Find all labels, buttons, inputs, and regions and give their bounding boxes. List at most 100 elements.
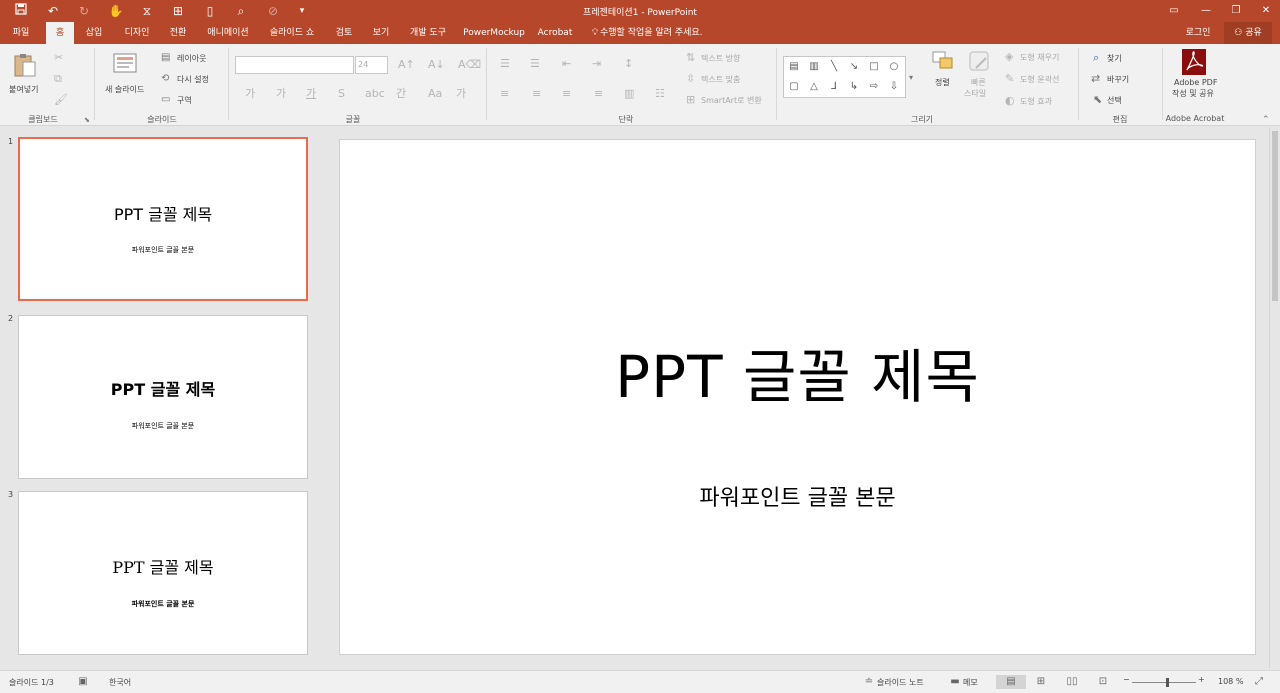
line-shape-icon[interactable]: ╲ (828, 61, 840, 73)
tab-transitions[interactable]: 전환 (164, 22, 192, 44)
paste-label[interactable]: 붙여넣기 (9, 84, 38, 95)
find-button[interactable]: 찾기 (1107, 53, 1122, 64)
shape-outline-icon: ✎ (1005, 72, 1015, 85)
language[interactable]: 한국어 (109, 677, 131, 688)
tab-insert[interactable]: 삽입 (80, 22, 108, 44)
oval-shape-icon[interactable]: ○ (888, 61, 900, 73)
rectangle-shape-icon[interactable]: □ (868, 61, 880, 73)
new-slide-icon[interactable] (112, 52, 138, 78)
elbow-arrow-shape-icon[interactable]: ↳ (848, 81, 860, 93)
share-button[interactable]: ⚇ 공유 (1224, 22, 1272, 44)
shape-fill-button: 도형 채우기 (1020, 53, 1060, 62)
copy-icon: ⧉ (54, 72, 62, 85)
section-button[interactable]: 구역 (177, 95, 192, 106)
grow-font-icon: A↑ (398, 58, 415, 71)
slide-thumbnail-1[interactable]: PPT 글꼴 제목 파워포인트 글꼴 본문 (18, 137, 308, 301)
vertical-scrollbar[interactable] (1269, 127, 1280, 668)
arrange-icon[interactable] (931, 50, 955, 74)
format-painter-icon: 🖌︎ (54, 93, 68, 106)
zoom-slider-thumb[interactable] (1165, 678, 1169, 687)
create-pdf-label-1[interactable]: Adobe PDF (1174, 78, 1217, 87)
spelling-icon[interactable]: ▣ (76, 675, 90, 689)
collapse-ribbon-icon[interactable]: ⌃ (1262, 114, 1270, 126)
font-size-input[interactable]: 24 (355, 56, 388, 74)
close-icon[interactable]: ✕ (1252, 2, 1280, 20)
restore-icon[interactable]: ❐ (1222, 2, 1250, 20)
normal-view-icon[interactable]: ▤ (996, 675, 1026, 689)
tab-file[interactable]: 파일 (6, 22, 36, 44)
new-slide-label[interactable]: 새 슬라이드 (105, 84, 144, 95)
columns-icon: ▥ (624, 87, 635, 100)
comments-icon: ▬ (950, 676, 960, 687)
thumb-title: PPT 글꼴 제목 (19, 376, 307, 400)
ribbon: 붙여넣기 ✂ ⧉ 🖌︎ 클립보드 ⬊ 새 슬라이드 ▤ 레이아웃 ⟲ 다시 설정… (0, 44, 1280, 126)
italic-icon: 가 (276, 87, 287, 100)
slide-sorter-icon[interactable]: ⊞ (1034, 675, 1048, 689)
shape-fill-icon: ◈ (1005, 50, 1014, 63)
notes-button[interactable]: 슬라이드 노트 (877, 677, 924, 688)
zoom-in-icon[interactable]: + (1198, 675, 1205, 684)
right-arrow-shape-icon[interactable]: ⇨ (868, 81, 880, 93)
replace-button[interactable]: 바꾸기 (1107, 74, 1129, 85)
create-pdf-label-2[interactable]: 작성 및 공유 (1172, 88, 1214, 99)
textbox-shape-icon[interactable]: ▤ (788, 61, 800, 73)
slide-thumbnail-2[interactable]: PPT 글꼴 제목 파워포인트 글꼴 본문 (18, 315, 308, 479)
fit-to-window-icon[interactable]: ⤢ (1252, 675, 1266, 689)
ribbon-separator (776, 48, 777, 120)
font-color-icon: 가 (456, 87, 467, 100)
slideshow-icon[interactable]: ⊡ (1096, 675, 1110, 689)
clipboard-launcher-icon[interactable]: ⬊ (84, 114, 90, 126)
adobe-pdf-icon[interactable] (1181, 48, 1207, 76)
find-icon: ⌕ (1093, 51, 1100, 64)
scrollbar-thumb[interactable] (1272, 131, 1278, 301)
tab-acrobat[interactable]: Acrobat (535, 22, 575, 44)
shape-outline-button: 도형 윤곽선 (1020, 75, 1060, 84)
clear-format-icon: A⌫ (458, 58, 482, 71)
tab-slideshow[interactable]: 슬라이드 쇼 (265, 22, 319, 44)
signin-link[interactable]: 로그인 (1178, 22, 1218, 44)
shadow-icon: S (338, 87, 345, 100)
shapes-more-icon[interactable]: ▾ (909, 72, 913, 84)
reset-button[interactable]: 다시 설정 (177, 74, 209, 85)
main-slide-body[interactable]: 파워포인트 글꼴 본문 (340, 480, 1255, 512)
tab-powermockup[interactable]: PowerMockup (462, 22, 526, 44)
strikethrough-icon: abc (365, 87, 385, 100)
decrease-indent-icon: ⇤ (562, 57, 572, 70)
tab-home[interactable]: 홈 (46, 22, 74, 44)
arrow-line-shape-icon[interactable]: ↘ (848, 61, 860, 73)
zoom-out-icon[interactable]: − (1123, 675, 1130, 684)
main-slide-title[interactable]: PPT 글꼴 제목 (340, 330, 1255, 414)
change-case-icon: Aa (428, 87, 443, 100)
section-icon: ▭ (161, 94, 171, 105)
select-button[interactable]: 선택 (1107, 95, 1122, 106)
status-bar: 슬라이드 1/3 ▣ 한국어 ≐ 슬라이드 노트 ▬ 메모 ▤ ⊞ ▯▯ ⊡ −… (0, 670, 1280, 693)
elbow-connector-shape-icon[interactable]: ⅃ (828, 81, 840, 93)
tab-review[interactable]: 검토 (330, 22, 358, 44)
rounded-rect-shape-icon[interactable]: ▢ (788, 81, 800, 93)
down-arrow-shape-icon[interactable]: ⇩ (888, 81, 900, 93)
slide-thumbnail-3[interactable]: PPT 글꼴 제목 파워포인트 글꼴 본문 (18, 491, 308, 655)
shapes-gallery[interactable]: ▤ ▥ ╲ ↘ □ ○ ▢ △ ⅃ ↳ ⇨ ⇩ (783, 56, 906, 98)
tab-view[interactable]: 보기 (367, 22, 395, 44)
layout-button[interactable]: 레이아웃 (177, 53, 206, 64)
main-slide-canvas[interactable]: PPT 글꼴 제목 파워포인트 글꼴 본문 (339, 139, 1256, 655)
triangle-shape-icon[interactable]: △ (808, 81, 820, 93)
tab-design[interactable]: 디자인 (118, 22, 156, 44)
align-center-icon: ≡ (532, 87, 542, 100)
tell-me-input[interactable]: 수행할 작업을 알려 주세요. (600, 22, 710, 44)
zoom-level[interactable]: 108 % (1218, 677, 1243, 686)
font-name-input[interactable] (235, 56, 354, 74)
vertical-textbox-shape-icon[interactable]: ▥ (808, 61, 820, 73)
reading-view-icon[interactable]: ▯▯ (1065, 675, 1079, 689)
group-label-clipboard: 클립보드 (28, 115, 58, 124)
group-label-drawing: 그리기 (910, 115, 934, 124)
share-label: 공유 (1245, 28, 1262, 38)
arrange-button[interactable]: 정렬 (935, 77, 950, 88)
comments-button[interactable]: 메모 (963, 677, 978, 688)
minimize-icon[interactable]: — (1192, 2, 1220, 20)
tab-developer[interactable]: 개발 도구 (405, 22, 451, 44)
paste-icon[interactable] (12, 52, 38, 80)
zoom-slider[interactable] (1132, 682, 1196, 683)
ribbon-display-icon[interactable]: ▭ (1160, 2, 1188, 20)
tab-animations[interactable]: 애니메이션 (203, 22, 253, 44)
